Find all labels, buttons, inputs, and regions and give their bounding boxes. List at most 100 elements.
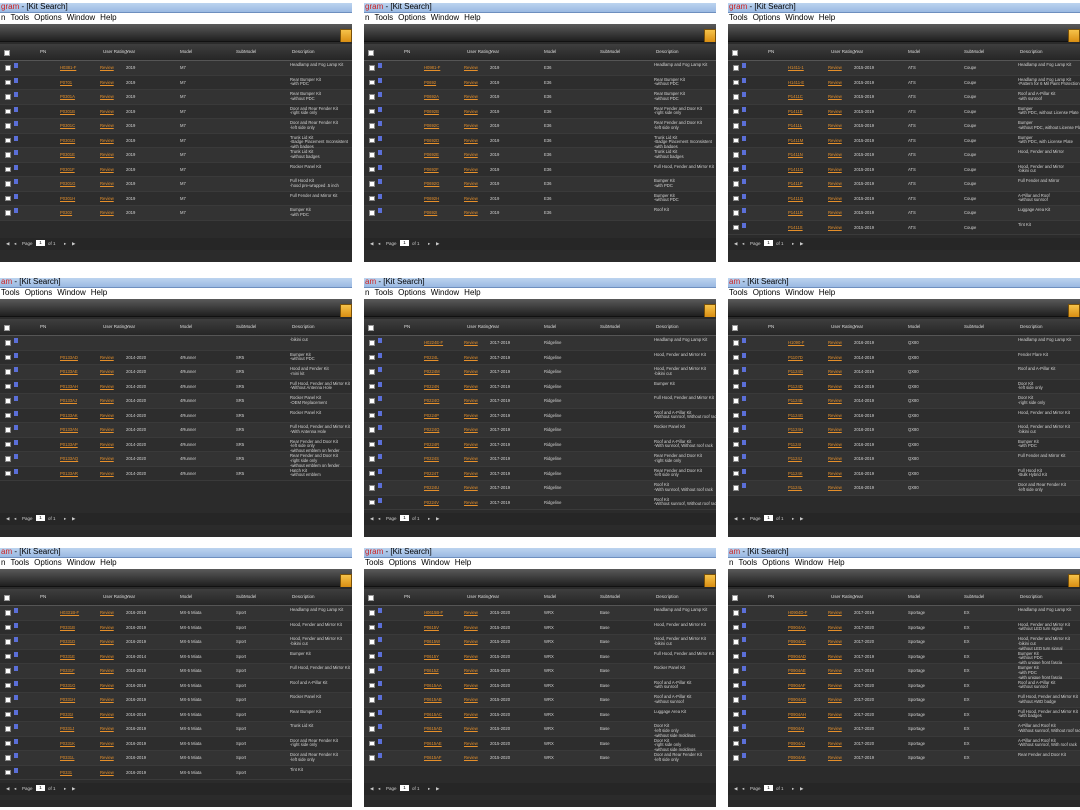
table-row[interactable]: P0133AQ Review 2014-2020 4Runner SR5 Rear Fen… bbox=[0, 452, 352, 468]
kit-image-icon[interactable] bbox=[742, 338, 746, 343]
table-row[interactable]: P1411M Review 2015-2019 ATS Coupe Bumper -wit… bbox=[728, 133, 1080, 148]
part-number-link[interactable]: P0224R bbox=[424, 442, 439, 447]
review-link[interactable]: Review bbox=[828, 398, 842, 403]
select-all-checkbox[interactable] bbox=[4, 325, 10, 331]
part-number-link[interactable]: P0133AK bbox=[60, 413, 78, 418]
part-number-link[interactable]: H0904D-F bbox=[788, 610, 807, 615]
last-page-icon[interactable]: ▶ bbox=[800, 241, 803, 247]
kit-image-icon[interactable] bbox=[378, 651, 382, 657]
part-number-link[interactable]: P0692H bbox=[424, 196, 439, 201]
kit-image-icon[interactable] bbox=[378, 680, 382, 686]
part-number-link[interactable]: P0301E bbox=[60, 152, 75, 157]
part-number-link[interactable]: P0692B bbox=[424, 109, 439, 114]
row-checkbox[interactable] bbox=[5, 653, 11, 659]
row-checkbox[interactable] bbox=[5, 65, 11, 71]
column-header-year[interactable]: Year bbox=[126, 324, 135, 329]
menu-item-n[interactable]: n bbox=[365, 13, 369, 22]
row-checkbox[interactable] bbox=[369, 152, 375, 158]
row-checkbox[interactable] bbox=[369, 166, 375, 172]
review-link[interactable]: Review bbox=[464, 167, 478, 172]
row-checkbox[interactable] bbox=[733, 340, 739, 346]
last-page-icon[interactable]: ▶ bbox=[72, 516, 75, 522]
kit-image-icon[interactable] bbox=[742, 106, 746, 112]
review-link[interactable]: Review bbox=[464, 123, 478, 128]
row-checkbox[interactable] bbox=[5, 456, 11, 462]
part-number-link[interactable]: P0904AF bbox=[788, 683, 805, 688]
part-number-link[interactable]: P0224V bbox=[424, 500, 439, 505]
part-number-link[interactable]: P1124E bbox=[788, 398, 803, 403]
part-number-link[interactable]: P0301D bbox=[60, 138, 75, 143]
kit-image-icon[interactable] bbox=[14, 208, 18, 213]
row-checkbox[interactable] bbox=[733, 711, 739, 717]
column-header-description[interactable]: Description bbox=[656, 594, 679, 599]
toolbar-action-button[interactable] bbox=[1068, 304, 1080, 318]
row-checkbox[interactable] bbox=[5, 470, 11, 476]
part-number-link[interactable]: P0301B bbox=[60, 109, 75, 114]
table-row[interactable]: P1124D Review 2014-2019 QX80 Door Kit -left … bbox=[728, 379, 1080, 394]
table-row[interactable]: H1090-F Review 2016-2019 QX80 Headlamp and F… bbox=[728, 336, 1080, 351]
review-link[interactable]: Review bbox=[100, 726, 114, 731]
kit-image-icon[interactable] bbox=[378, 77, 382, 83]
row-checkbox[interactable] bbox=[733, 369, 739, 375]
row-checkbox[interactable] bbox=[5, 340, 11, 346]
table-row[interactable]: P0331J Review 2016-2019 MX-5 Miata Sport Trun… bbox=[0, 722, 352, 737]
part-number-link[interactable]: P1124D bbox=[788, 384, 803, 389]
prev-page-icon[interactable]: ◂ bbox=[742, 241, 744, 247]
next-page-icon[interactable]: ▸ bbox=[428, 241, 430, 247]
table-row[interactable]: P0331G Review 2016-2019 MX-5 Miata Sport Roof… bbox=[0, 678, 352, 693]
kit-image-icon[interactable] bbox=[14, 608, 18, 613]
column-header-year[interactable]: Year bbox=[490, 594, 499, 599]
last-page-icon[interactable]: ▶ bbox=[72, 786, 75, 792]
kit-image-icon[interactable] bbox=[742, 709, 746, 715]
column-header-pn[interactable]: PN bbox=[404, 594, 410, 599]
prev-page-icon[interactable]: ◂ bbox=[378, 241, 380, 247]
part-number-link[interactable]: P0301H bbox=[60, 196, 75, 201]
column-header-model[interactable]: Model bbox=[544, 594, 556, 599]
prev-page-icon[interactable]: ◂ bbox=[742, 516, 744, 522]
row-checkbox[interactable] bbox=[733, 624, 739, 630]
menu-item-window[interactable]: Window bbox=[421, 558, 449, 567]
kit-image-icon[interactable] bbox=[378, 709, 382, 715]
table-row[interactable]: P0692C Review 2019 E36 Rear Fender and Door … bbox=[364, 119, 716, 134]
next-page-icon[interactable]: ▸ bbox=[792, 241, 794, 247]
menu-item-options[interactable]: Options bbox=[762, 558, 790, 567]
menu-item-window[interactable]: Window bbox=[785, 13, 813, 22]
kit-image-icon[interactable] bbox=[14, 680, 18, 686]
part-number-link[interactable]: P0904AJ bbox=[788, 741, 805, 746]
review-link[interactable]: Review bbox=[464, 80, 478, 85]
part-number-link[interactable]: P1411M bbox=[788, 138, 803, 143]
review-link[interactable]: Review bbox=[464, 442, 478, 447]
kit-image-icon[interactable] bbox=[14, 666, 18, 671]
table-row[interactable]: P0615V Review 2015-2020 WRX Base Hood, Fender… bbox=[364, 620, 716, 635]
review-link[interactable]: Review bbox=[100, 697, 114, 702]
part-number-link[interactable]: P0904AE bbox=[788, 668, 806, 673]
table-row[interactable]: P1411Q Review 2015-2019 ATS Coupe A-Pillar an… bbox=[728, 191, 1080, 206]
menu-item-tools[interactable]: Tools bbox=[738, 558, 757, 567]
kit-image-icon[interactable] bbox=[14, 622, 18, 628]
review-link[interactable]: Review bbox=[828, 340, 842, 345]
table-row[interactable]: P0331 Review 2016-2019 MX-5 Miata Sport Tint … bbox=[0, 765, 352, 780]
row-checkbox[interactable] bbox=[5, 354, 11, 360]
next-page-icon[interactable]: ▸ bbox=[428, 516, 430, 522]
row-checkbox[interactable] bbox=[5, 427, 11, 433]
part-number-link[interactable]: P0692I bbox=[424, 210, 437, 215]
page-number-input[interactable]: 1 bbox=[400, 515, 409, 521]
toolbar-action-button[interactable] bbox=[340, 304, 352, 318]
kit-image-icon[interactable] bbox=[742, 164, 746, 170]
kit-image-icon[interactable] bbox=[742, 381, 746, 387]
kit-image-icon[interactable] bbox=[14, 767, 18, 773]
column-header-rating[interactable]: User Rating bbox=[831, 594, 855, 599]
part-number-link[interactable]: P0224M bbox=[424, 369, 440, 374]
row-checkbox[interactable] bbox=[733, 485, 739, 491]
table-row[interactable]: P0224S Review 2017-2019 Ridgeline Rear Fende… bbox=[364, 452, 716, 467]
part-number-link[interactable]: P0224P bbox=[424, 413, 439, 418]
table-row[interactable]: P1411C Review 2015-2019 ATS Coupe Roof and A-… bbox=[728, 90, 1080, 105]
kit-image-icon[interactable] bbox=[378, 352, 382, 358]
part-number-link[interactable]: P0615AC bbox=[424, 712, 442, 717]
table-row[interactable]: H1411-E Review 2015-2019 ATS Coupe Headlamp a… bbox=[728, 75, 1080, 90]
review-link[interactable]: Review bbox=[100, 80, 114, 85]
review-link[interactable]: Review bbox=[828, 355, 842, 360]
table-row[interactable]: H0381-F Review 2019 M7 Headlamp and Fog Lamp… bbox=[0, 61, 352, 76]
part-number-link[interactable]: P0692 bbox=[424, 80, 436, 85]
toolbar-action-button[interactable] bbox=[704, 29, 716, 43]
